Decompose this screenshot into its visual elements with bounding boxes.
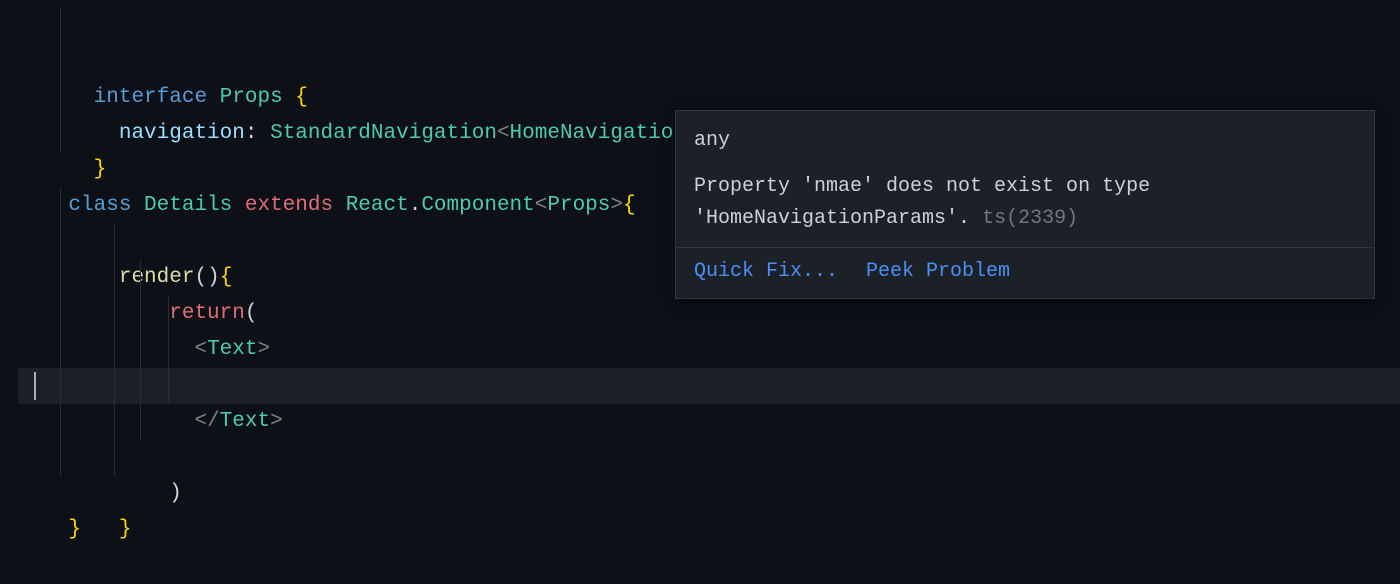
error-code: ts(2339) bbox=[982, 207, 1078, 230]
code-line[interactable]: } bbox=[18, 476, 1400, 512]
code-line[interactable]: interface Props { bbox=[18, 8, 1400, 44]
hover-diagnostic-popup: any Property 'nmae' does not exist on ty… bbox=[675, 110, 1375, 299]
code-line[interactable]: </Text> bbox=[18, 332, 1400, 368]
hover-actions: Quick Fix... Peek Problem bbox=[676, 247, 1374, 298]
code-line[interactable]: {this.props.navigation.state.params.nmae… bbox=[18, 296, 1400, 332]
code-line[interactable]: navigation: StandardNavigation<HomeNavig… bbox=[18, 44, 1400, 80]
hover-type-info: any bbox=[694, 125, 1356, 157]
code-line[interactable]: } bbox=[18, 440, 1400, 476]
hover-body: any Property 'nmae' does not exist on ty… bbox=[676, 111, 1374, 247]
code-line[interactable]: ) bbox=[18, 404, 1400, 440]
current-line[interactable] bbox=[18, 368, 1400, 404]
text-cursor bbox=[34, 372, 36, 400]
hover-error-message: Property 'nmae' does not exist on type '… bbox=[694, 171, 1356, 235]
peek-problem-action[interactable]: Peek Problem bbox=[866, 256, 1010, 288]
quick-fix-action[interactable]: Quick Fix... bbox=[694, 256, 838, 288]
